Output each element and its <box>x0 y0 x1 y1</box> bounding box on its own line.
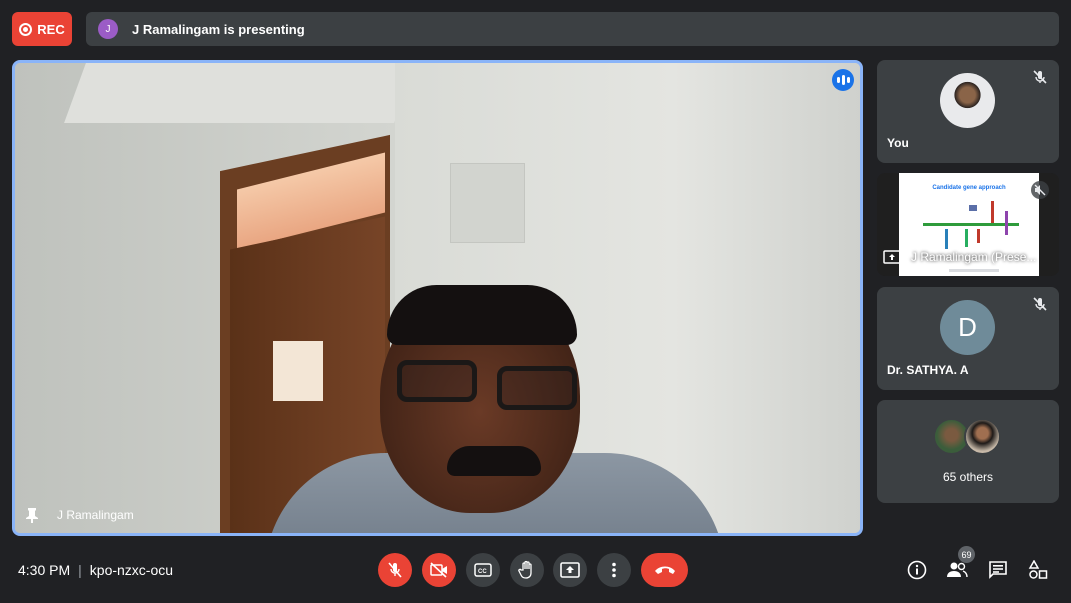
chat-button[interactable] <box>986 558 1010 582</box>
speaker-video-feed <box>15 63 860 533</box>
tile-self-name: You <box>887 136 909 150</box>
main-participant-name: J Ramalingam <box>57 508 134 522</box>
meeting-info: 4:30 PM | kpo-nzxc-ocu <box>18 562 173 578</box>
captions-button[interactable]: CC <box>466 553 500 587</box>
participant-count-badge: 69 <box>958 546 975 563</box>
mic-off-icon <box>1031 295 1049 313</box>
presenter-avatar: J <box>98 19 118 39</box>
main-video-tile[interactable]: J Ramalingam <box>12 60 863 536</box>
others-count-label: 65 others <box>942 470 994 484</box>
activities-button[interactable] <box>1026 558 1050 582</box>
present-screen-icon <box>560 562 580 578</box>
tile-self[interactable]: You <box>877 60 1059 163</box>
mic-toggle-button[interactable] <box>378 553 412 587</box>
presenting-banner: J J Ramalingam is presenting <box>86 12 1059 46</box>
self-avatar <box>940 73 995 128</box>
more-vert-icon <box>612 562 616 578</box>
tile-others[interactable]: 65 others <box>877 400 1059 503</box>
volume-off-icon <box>1031 181 1049 199</box>
avatar <box>964 418 1001 455</box>
tile-sathya[interactable]: D Dr. SATHYA. A <box>877 287 1059 390</box>
tile-presentation[interactable]: Candidate gene approach J Ramalingam (Pr… <box>877 173 1059 276</box>
recording-indicator: REC <box>12 12 72 46</box>
pin-icon[interactable] <box>25 507 39 523</box>
presenting-text: J Ramalingam is presenting <box>132 21 305 37</box>
people-icon <box>947 562 968 578</box>
call-end-icon <box>654 566 675 574</box>
svg-text:CC: CC <box>478 569 487 575</box>
hand-icon <box>518 560 532 579</box>
current-time: 4:30 PM <box>18 562 71 578</box>
mic-off-icon <box>1031 68 1049 86</box>
present-now-button[interactable] <box>553 553 587 587</box>
tile-sathya-name: Dr. SATHYA. A <box>887 363 969 377</box>
main-video-label: J Ramalingam <box>25 507 134 523</box>
recording-label: REC <box>37 21 65 37</box>
present-screen-icon <box>883 250 901 264</box>
camera-toggle-button[interactable] <box>422 553 456 587</box>
leave-call-button[interactable] <box>641 553 688 587</box>
mic-off-icon <box>388 562 402 578</box>
meeting-code: kpo-nzxc-ocu <box>89 562 174 578</box>
info-icon <box>907 560 927 580</box>
meeting-details-button[interactable] <box>905 558 929 582</box>
sathya-avatar: D <box>940 300 995 355</box>
chat-icon <box>989 561 1007 579</box>
more-options-button[interactable] <box>597 553 631 587</box>
presentation-label: J Ramalingam (Prese... <box>883 250 1036 264</box>
speaking-indicator-icon <box>832 69 854 91</box>
camera-off-icon <box>430 562 447 578</box>
closed-captions-icon: CC <box>474 563 492 577</box>
activities-icon <box>1028 560 1048 579</box>
raise-hand-button[interactable] <box>510 553 544 587</box>
divider: | <box>78 562 82 578</box>
record-icon <box>19 22 33 36</box>
others-avatars <box>933 418 1001 455</box>
tile-presentation-name: J Ramalingam (Prese... <box>911 250 1037 264</box>
